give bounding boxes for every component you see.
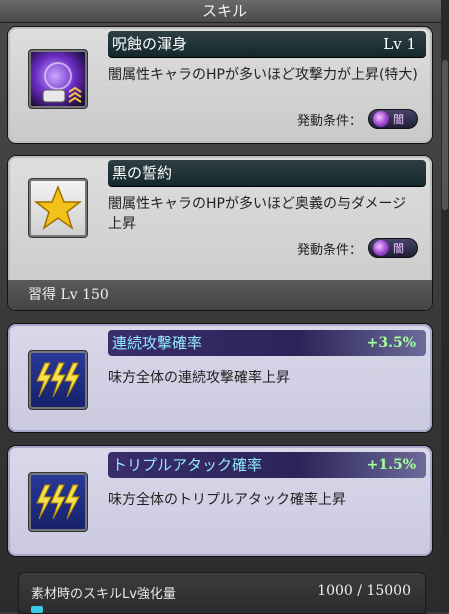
skill-title-bar: 呪蝕の渾身 Lv 1: [108, 31, 426, 58]
skill-card-1[interactable]: 呪蝕の渾身 Lv 1 闇属性キャラのHPが多いほど攻撃力が上昇(特大) 発動条件…: [8, 27, 432, 143]
learn-label: 習得: [28, 287, 56, 303]
bonus-card-1[interactable]: 連続攻撃確率 +3.5% 味方全体の連続攻撃確率上昇: [8, 324, 432, 432]
triple-lightning-icon: [28, 350, 88, 410]
bonus-name: トリプルアタック確率: [112, 456, 263, 474]
gold-star-icon: [28, 178, 88, 238]
bonus-description: 味方全体の連続攻撃確率上昇: [108, 370, 290, 386]
learn-level-bar: 習得 Lv 150: [8, 280, 432, 310]
bonus-name: 連続攻撃確率: [112, 334, 203, 352]
skill-level: Lv 1: [383, 35, 416, 53]
skill-title-bar: 黒の誓約: [108, 160, 426, 187]
learn-level: Lv 150: [60, 287, 109, 303]
dark-element-badge: 闇: [368, 109, 418, 129]
dark-element-icon: [373, 111, 389, 127]
activation-condition: 発動条件： 闇: [297, 238, 418, 258]
dark-orb-arm-icon: [28, 49, 88, 109]
bonus-title-bar: トリプルアタック確率 +1.5%: [108, 452, 426, 478]
skill-description: 闇属性キャラのHPが多いほど攻撃力が上昇(特大): [108, 67, 418, 83]
activation-condition: 発動条件： 闇: [297, 109, 418, 129]
dark-element-badge: 闇: [368, 238, 418, 258]
scrollbar-thumb[interactable]: [442, 60, 448, 210]
dark-element-icon: [373, 240, 389, 256]
bonus-value: +1.5%: [366, 457, 416, 473]
skill-name: 呪蝕の渾身: [112, 35, 188, 53]
bonus-description: 味方全体のトリプルアタック確率上昇: [108, 492, 346, 508]
skill-panel: スキル 呪蝕の渾身 Lv 1 闇属性キャラのHPが多いほど攻撃力が上昇(特大) …: [0, 0, 449, 614]
skill-card-2[interactable]: 黒の誓約 闇属性キャラのHPが多いほど奥義の与ダメージ上昇 発動条件： 闇 習得…: [8, 156, 432, 310]
condition-element: 闇: [393, 242, 404, 255]
condition-label: 発動条件：: [296, 242, 362, 258]
section-header: スキル: [0, 0, 449, 23]
bonus-card-2[interactable]: トリプルアタック確率 +1.5% 味方全体のトリプルアタック確率上昇: [8, 446, 432, 556]
skill-description: 闇属性キャラのHPが多いほど奥義の与ダメージ上昇: [108, 196, 407, 232]
bonus-title-bar: 連続攻撃確率 +3.5%: [108, 330, 426, 356]
condition-label: 発動条件：: [296, 113, 362, 129]
enhancement-label: 素材時のスキルLv強化量: [31, 587, 176, 602]
bonus-value: +3.5%: [366, 335, 416, 351]
scrollbar[interactable]: [441, 0, 449, 612]
triple-lightning-icon: [28, 472, 88, 532]
skill-name: 黒の誓約: [112, 164, 173, 182]
condition-element: 闇: [393, 113, 404, 126]
skill-level-enhancement: 素材時のスキルLv強化量 1000 / 15000: [18, 572, 426, 614]
enhancement-value: 1000 / 15000: [317, 583, 411, 599]
